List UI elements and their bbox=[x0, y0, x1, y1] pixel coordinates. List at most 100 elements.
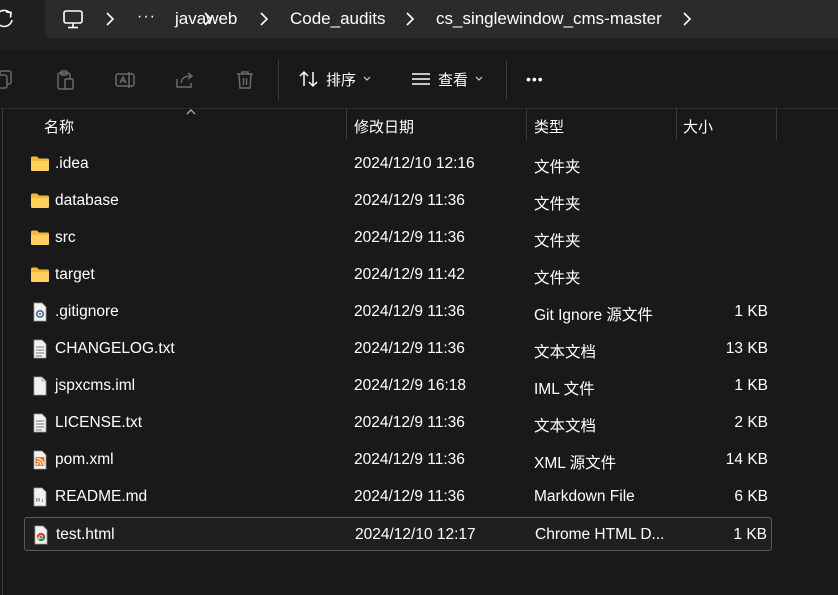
file-modified-date: 2024/12/9 11:36 bbox=[354, 451, 465, 468]
column-header-type[interactable]: 类型 bbox=[534, 116, 564, 137]
file-type: 文件夹 bbox=[534, 233, 581, 250]
file-name: CHANGELOG.txt bbox=[55, 340, 175, 357]
delete-icon[interactable] bbox=[234, 69, 256, 91]
chevron-right-icon[interactable] bbox=[682, 11, 692, 27]
copy-icon[interactable] bbox=[0, 69, 14, 91]
file-modified-date: 2024/12/9 11:36 bbox=[354, 340, 465, 357]
file-name: LICENSE.txt bbox=[55, 414, 142, 431]
file-size: 1 KB bbox=[734, 303, 768, 320]
toolbar-divider bbox=[506, 60, 507, 100]
file-row[interactable]: jspxcms.iml 2024/12/9 16:18 IML 文件 1 KB bbox=[24, 369, 772, 403]
file-modified-date: 2024/12/9 11:36 bbox=[354, 303, 465, 320]
refresh-icon[interactable] bbox=[0, 8, 16, 30]
file-row[interactable]: .gitignore 2024/12/9 11:36 Git Ignore 源文件 1… bbox=[24, 295, 772, 329]
file-size: 6 KB bbox=[734, 488, 768, 505]
file-row[interactable]: pom.xml 2024/12/9 11:36 XML 源文件 14 KB bbox=[24, 443, 772, 477]
address-bar: ··· javaweb Code_audits cs_singlewindow_… bbox=[0, 0, 838, 50]
column-divider[interactable] bbox=[526, 108, 527, 140]
column-divider[interactable] bbox=[776, 108, 777, 140]
markdown-file-icon: M↓ bbox=[33, 487, 47, 507]
file-row[interactable]: src 2024/12/9 11:36 文件夹 bbox=[24, 221, 772, 255]
breadcrumb-overflow[interactable]: ··· bbox=[137, 8, 156, 26]
paste-icon[interactable] bbox=[54, 69, 76, 91]
command-bar: 排序 查看 ••• bbox=[0, 50, 838, 109]
column-header-size[interactable]: 大小 bbox=[683, 116, 713, 137]
sort-button[interactable]: 排序 bbox=[298, 64, 372, 94]
file-size: 1 KB bbox=[734, 377, 768, 394]
monitor-icon[interactable] bbox=[62, 8, 84, 30]
column-divider[interactable] bbox=[676, 108, 677, 140]
file-name: src bbox=[55, 229, 76, 246]
chevron-down-icon bbox=[363, 76, 371, 81]
breadcrumb-item-code-audits[interactable]: Code_audits bbox=[290, 9, 385, 29]
sort-ascending-icon bbox=[186, 109, 196, 115]
file-name: test.html bbox=[56, 526, 115, 543]
text-file-icon bbox=[33, 413, 47, 433]
breadcrumb[interactable]: ··· javaweb Code_audits cs_singlewindow_… bbox=[45, 0, 838, 38]
folder-icon bbox=[31, 156, 49, 171]
file-modified-date: 2024/12/10 12:16 bbox=[354, 155, 475, 172]
file-row[interactable]: CHANGELOG.txt 2024/12/9 11:36 文本文档 13 KB bbox=[24, 332, 772, 366]
file-modified-date: 2024/12/9 11:36 bbox=[354, 414, 465, 431]
file-type: Chrome HTML D... bbox=[535, 526, 665, 543]
column-divider[interactable] bbox=[346, 108, 347, 140]
file-modified-date: 2024/12/9 11:36 bbox=[354, 229, 465, 246]
breadcrumb-item-current-folder[interactable]: cs_singlewindow_cms-master bbox=[436, 9, 662, 29]
file-name: .idea bbox=[55, 155, 89, 172]
file-type: Markdown File bbox=[534, 488, 635, 505]
view-list-icon bbox=[412, 73, 430, 85]
file-type: IML 文件 bbox=[534, 381, 595, 398]
column-header: 名称 修改日期 类型 大小 bbox=[0, 108, 838, 140]
file-size: 14 KB bbox=[725, 451, 768, 468]
view-label: 查看 bbox=[438, 71, 469, 89]
share-icon[interactable] bbox=[174, 69, 196, 91]
navigation-pane-border bbox=[2, 108, 3, 595]
sort-label: 排序 bbox=[326, 71, 357, 89]
file-row[interactable]: test.html 2024/12/10 12:17 Chrome HTML D..… bbox=[24, 517, 772, 551]
file-name: target bbox=[55, 266, 95, 283]
column-header-name[interactable]: 名称 bbox=[44, 116, 74, 137]
chevron-right-icon[interactable] bbox=[405, 11, 415, 27]
sort-icon bbox=[299, 70, 318, 88]
chrome-file-icon bbox=[34, 525, 48, 545]
file-name: pom.xml bbox=[55, 451, 114, 468]
file-modified-date: 2024/12/9 16:18 bbox=[354, 377, 467, 394]
file-type: 文件夹 bbox=[534, 270, 581, 287]
file-modified-date: 2024/12/9 11:36 bbox=[354, 488, 465, 505]
toolbar-divider bbox=[278, 60, 279, 100]
column-header-date[interactable]: 修改日期 bbox=[354, 116, 414, 137]
file-size: 2 KB bbox=[734, 414, 768, 431]
file-row[interactable]: target 2024/12/9 11:42 文件夹 bbox=[24, 258, 772, 292]
file-row[interactable]: LICENSE.txt 2024/12/9 11:36 文本文档 2 KB bbox=[24, 406, 772, 440]
file-name: README.md bbox=[55, 488, 148, 505]
file-type: 文本文档 bbox=[534, 344, 597, 361]
rename-icon[interactable] bbox=[114, 69, 136, 91]
chevron-right-icon[interactable] bbox=[105, 11, 115, 27]
file-type: 文件夹 bbox=[534, 196, 581, 213]
file-name: .gitignore bbox=[55, 303, 119, 320]
file-row[interactable]: database 2024/12/9 11:36 文件夹 bbox=[24, 184, 772, 218]
file-name: database bbox=[55, 192, 119, 209]
file-type: 文本文档 bbox=[534, 418, 597, 435]
file-name: jspxcms.iml bbox=[55, 377, 136, 394]
file-size: 1 KB bbox=[733, 526, 767, 543]
chevron-down-icon bbox=[475, 76, 483, 81]
file-size: 13 KB bbox=[725, 340, 768, 357]
file-type: 文件夹 bbox=[534, 159, 581, 176]
breadcrumb-item-javaweb[interactable]: javaweb bbox=[175, 9, 237, 29]
text-file-icon bbox=[33, 339, 47, 359]
more-options-button[interactable]: ••• bbox=[526, 64, 544, 94]
file-modified-date: 2024/12/9 11:42 bbox=[354, 266, 465, 283]
chevron-right-icon[interactable] bbox=[259, 11, 269, 27]
blank-file-icon bbox=[33, 376, 47, 396]
svg-text:M↓: M↓ bbox=[36, 498, 45, 504]
gear-file-icon bbox=[33, 302, 47, 322]
folder-icon bbox=[31, 267, 49, 282]
file-row[interactable]: M↓ README.md 2024/12/9 11:36 Markdown File 6… bbox=[24, 480, 772, 514]
file-modified-date: 2024/12/10 12:17 bbox=[355, 526, 476, 543]
view-button[interactable]: 查看 bbox=[410, 64, 484, 94]
file-type: XML 源文件 bbox=[534, 455, 617, 472]
folder-icon bbox=[31, 193, 49, 208]
rss-file-icon bbox=[33, 450, 47, 470]
file-row[interactable]: .idea 2024/12/10 12:16 文件夹 bbox=[24, 147, 772, 181]
